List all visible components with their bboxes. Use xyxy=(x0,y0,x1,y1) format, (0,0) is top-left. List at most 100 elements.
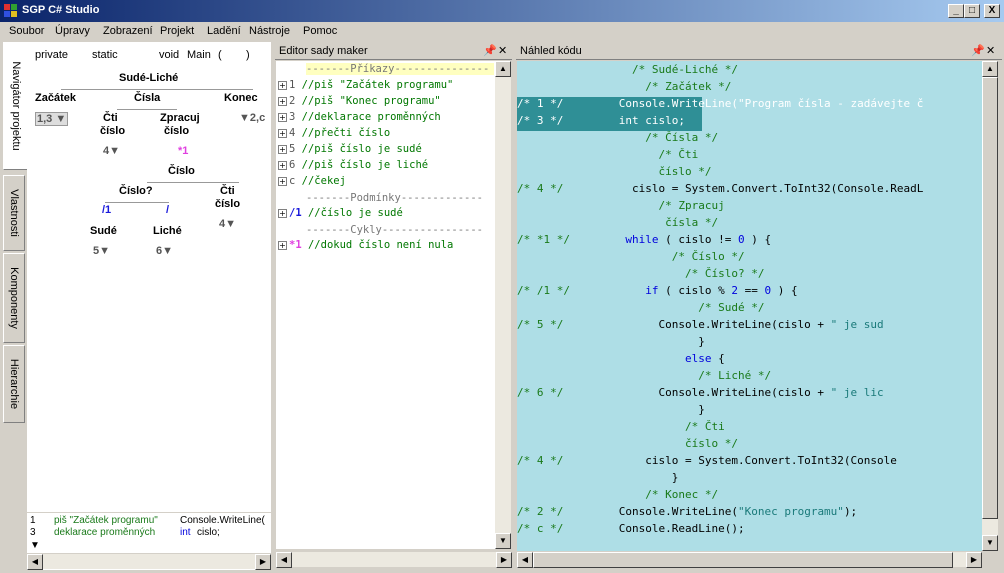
node-liche[interactable]: Liché xyxy=(153,225,182,237)
node-zacatek[interactable]: Začátek xyxy=(35,92,76,104)
scroll-up-icon[interactable]: ▲ xyxy=(982,61,998,77)
node-zpracuj[interactable]: Zpracuj xyxy=(160,112,200,124)
code-line[interactable]: /* Liché */ xyxy=(517,369,982,386)
expand-icon[interactable]: + xyxy=(278,176,287,186)
code-line[interactable]: /* 5 */ Console.WriteLine(cislo + " je s… xyxy=(517,318,982,335)
macro-row[interactable]: +5 //piš číslo je sudé xyxy=(278,143,422,155)
navigator-hscrollbar[interactable]: ◀ ▶ xyxy=(27,553,271,570)
node-cti-1[interactable]: Čti xyxy=(103,112,118,124)
loop-row[interactable]: + *1 //dokud číslo není nula xyxy=(278,239,453,251)
pin-icon[interactable]: 📌 xyxy=(971,44,985,57)
menu-zobrazeni[interactable]: Zobrazení xyxy=(103,25,153,37)
code-line[interactable]: /* 4 */ cislo = System.Convert.ToInt32(C… xyxy=(517,182,982,199)
expand-icon[interactable]: + xyxy=(278,128,287,138)
scroll-down-icon[interactable]: ▼ xyxy=(982,535,998,551)
macro-row[interactable]: + c //čekej xyxy=(278,175,346,187)
code-line[interactable]: /* 2 */ Console.WriteLine("Konec program… xyxy=(517,505,982,522)
code-line[interactable]: } xyxy=(517,335,982,352)
expand-icon[interactable]: + xyxy=(278,160,287,170)
code-line[interactable]: /* Sudé */ xyxy=(517,301,982,318)
expand-icon[interactable]: + xyxy=(278,80,287,90)
code-vscrollbar[interactable]: ▲ ▼ xyxy=(982,61,998,551)
maximize-button[interactable]: □ xyxy=(964,4,980,18)
code-token: /* Čísla */ xyxy=(645,131,719,144)
node-sude[interactable]: Sudé xyxy=(90,225,117,237)
code-line[interactable]: /* *1 */ while ( cislo != 0 ) { xyxy=(517,233,982,250)
macro-row[interactable]: +1 //piš "Začátek programu" xyxy=(278,79,453,91)
scroll-up-icon[interactable]: ▲ xyxy=(495,61,511,77)
node-cisla[interactable]: Čísla xyxy=(134,92,160,104)
code-line[interactable]: /* 4 */ cislo = System.Convert.ToInt32(C… xyxy=(517,454,982,471)
tree-line xyxy=(147,182,239,183)
expand-icon[interactable]: + xyxy=(278,144,287,154)
expand-icon[interactable]: + xyxy=(278,96,287,106)
menu-nastroje[interactable]: Nástroje xyxy=(249,25,290,37)
node-cislo[interactable]: Číslo xyxy=(168,165,195,177)
macro-row[interactable]: +2 //piš "Konec programu" xyxy=(278,95,441,107)
code-line[interactable]: /* Sudé-Liché */ xyxy=(517,63,982,80)
code-token: cislo; xyxy=(638,114,685,127)
expand-icon[interactable]: + xyxy=(278,112,287,122)
pin-icon[interactable]: 📌 xyxy=(483,44,497,57)
node-konec[interactable]: Konec xyxy=(224,92,258,104)
scroll-left-icon[interactable]: ◀ xyxy=(27,554,43,570)
minimize-button[interactable]: _ xyxy=(948,4,964,18)
code-line[interactable]: /* c */ Console.ReadLine(); xyxy=(517,522,982,539)
close-pane-icon[interactable]: ✕ xyxy=(498,44,507,57)
code-line[interactable]: čísla */ xyxy=(517,216,982,233)
scroll-left-icon[interactable]: ◀ xyxy=(517,552,533,568)
code-line[interactable]: else { xyxy=(517,352,982,369)
scroll-down-icon[interactable]: ▼ xyxy=(495,533,511,549)
menu-upravy[interactable]: Úpravy xyxy=(55,25,90,37)
menu-projekt[interactable]: Projekt xyxy=(160,25,194,37)
preview-num: 3 xyxy=(30,527,36,538)
tab-navigator[interactable]: Navigátor projektu xyxy=(3,42,27,170)
menu-pomoc[interactable]: Pomoc xyxy=(303,25,337,37)
code-line[interactable]: číslo */ xyxy=(517,165,982,182)
code-line[interactable]: /* Čísla */ xyxy=(517,131,982,148)
macro-row[interactable]: +4 //přečti číslo xyxy=(278,127,390,139)
editor-vscrollbar[interactable]: ▲ ▼ xyxy=(495,61,511,549)
macro-editor[interactable]: -------Příkazy--------------- +1 //piš "… xyxy=(276,61,495,549)
code-line[interactable]: /* /1 */ if ( cislo % 2 == 0 ) { xyxy=(517,284,982,301)
tab-properties[interactable]: Vlastnosti xyxy=(3,175,25,251)
node-cislo-q[interactable]: Číslo? xyxy=(119,185,153,197)
cti-1-badge: 4▼ xyxy=(103,145,121,157)
code-hscrollbar[interactable]: ◀ ▶ xyxy=(517,551,982,568)
macro-row[interactable]: +3 //deklarace proměnných xyxy=(278,111,441,123)
node-cti-2[interactable]: Čti xyxy=(220,185,235,197)
code-line[interactable]: /* Číslo? */ xyxy=(517,267,982,284)
code-line[interactable]: } xyxy=(517,471,982,488)
expand-icon[interactable]: + xyxy=(278,240,287,250)
code-line[interactable]: /* Začátek */ xyxy=(517,80,982,97)
code-line[interactable]: /* 6 */ Console.WriteLine(cislo + " je l… xyxy=(517,386,982,403)
menu-bar: Soubor Úpravy Zobrazení Projekt Ladění N… xyxy=(0,22,1004,42)
expand-icon[interactable]: + xyxy=(278,208,287,218)
node-sude-liche[interactable]: Sudé-Liché xyxy=(119,72,178,84)
code-line[interactable]: /* Číslo */ xyxy=(517,250,982,267)
menu-ladeni[interactable]: Ladění xyxy=(207,25,241,37)
code-preview[interactable]: /* Sudé-Liché */ /* Začátek */ /* 1 */ Co… xyxy=(517,61,982,551)
condition-row[interactable]: +/1 //číslo je sudé xyxy=(278,207,403,219)
close-button[interactable]: X xyxy=(984,4,1000,18)
scroll-right-icon[interactable]: ▶ xyxy=(966,552,982,568)
code-line[interactable]: /* Čti xyxy=(517,420,982,437)
scroll-left-icon[interactable]: ◀ xyxy=(276,552,292,568)
code-line[interactable]: /* Čti xyxy=(517,148,982,165)
menu-soubor[interactable]: Soubor xyxy=(9,25,44,37)
scroll-right-icon[interactable]: ▶ xyxy=(496,552,512,568)
scroll-thumb[interactable] xyxy=(533,552,953,568)
editor-hscrollbar[interactable]: ◀ ▶ xyxy=(276,551,512,568)
code-line[interactable]: /* 3 */ int cislo; xyxy=(517,114,702,131)
code-line[interactable]: číslo */ xyxy=(517,437,982,454)
close-pane-icon[interactable]: ✕ xyxy=(986,44,995,57)
scroll-right-icon[interactable]: ▶ xyxy=(255,554,271,570)
code-line[interactable]: /* Zpracuj xyxy=(517,199,982,216)
macro-row[interactable]: +6 //piš číslo je liché xyxy=(278,159,428,171)
tab-components[interactable]: Komponenty xyxy=(3,253,25,343)
code-line[interactable]: /* 1 */ Console.WriteLine("Program čísla… xyxy=(517,97,923,114)
tab-hierarchy[interactable]: Hierarchie xyxy=(3,345,25,423)
code-line[interactable]: } xyxy=(517,403,982,420)
scroll-thumb[interactable] xyxy=(982,77,998,519)
code-line[interactable]: /* Konec */ xyxy=(517,488,982,505)
